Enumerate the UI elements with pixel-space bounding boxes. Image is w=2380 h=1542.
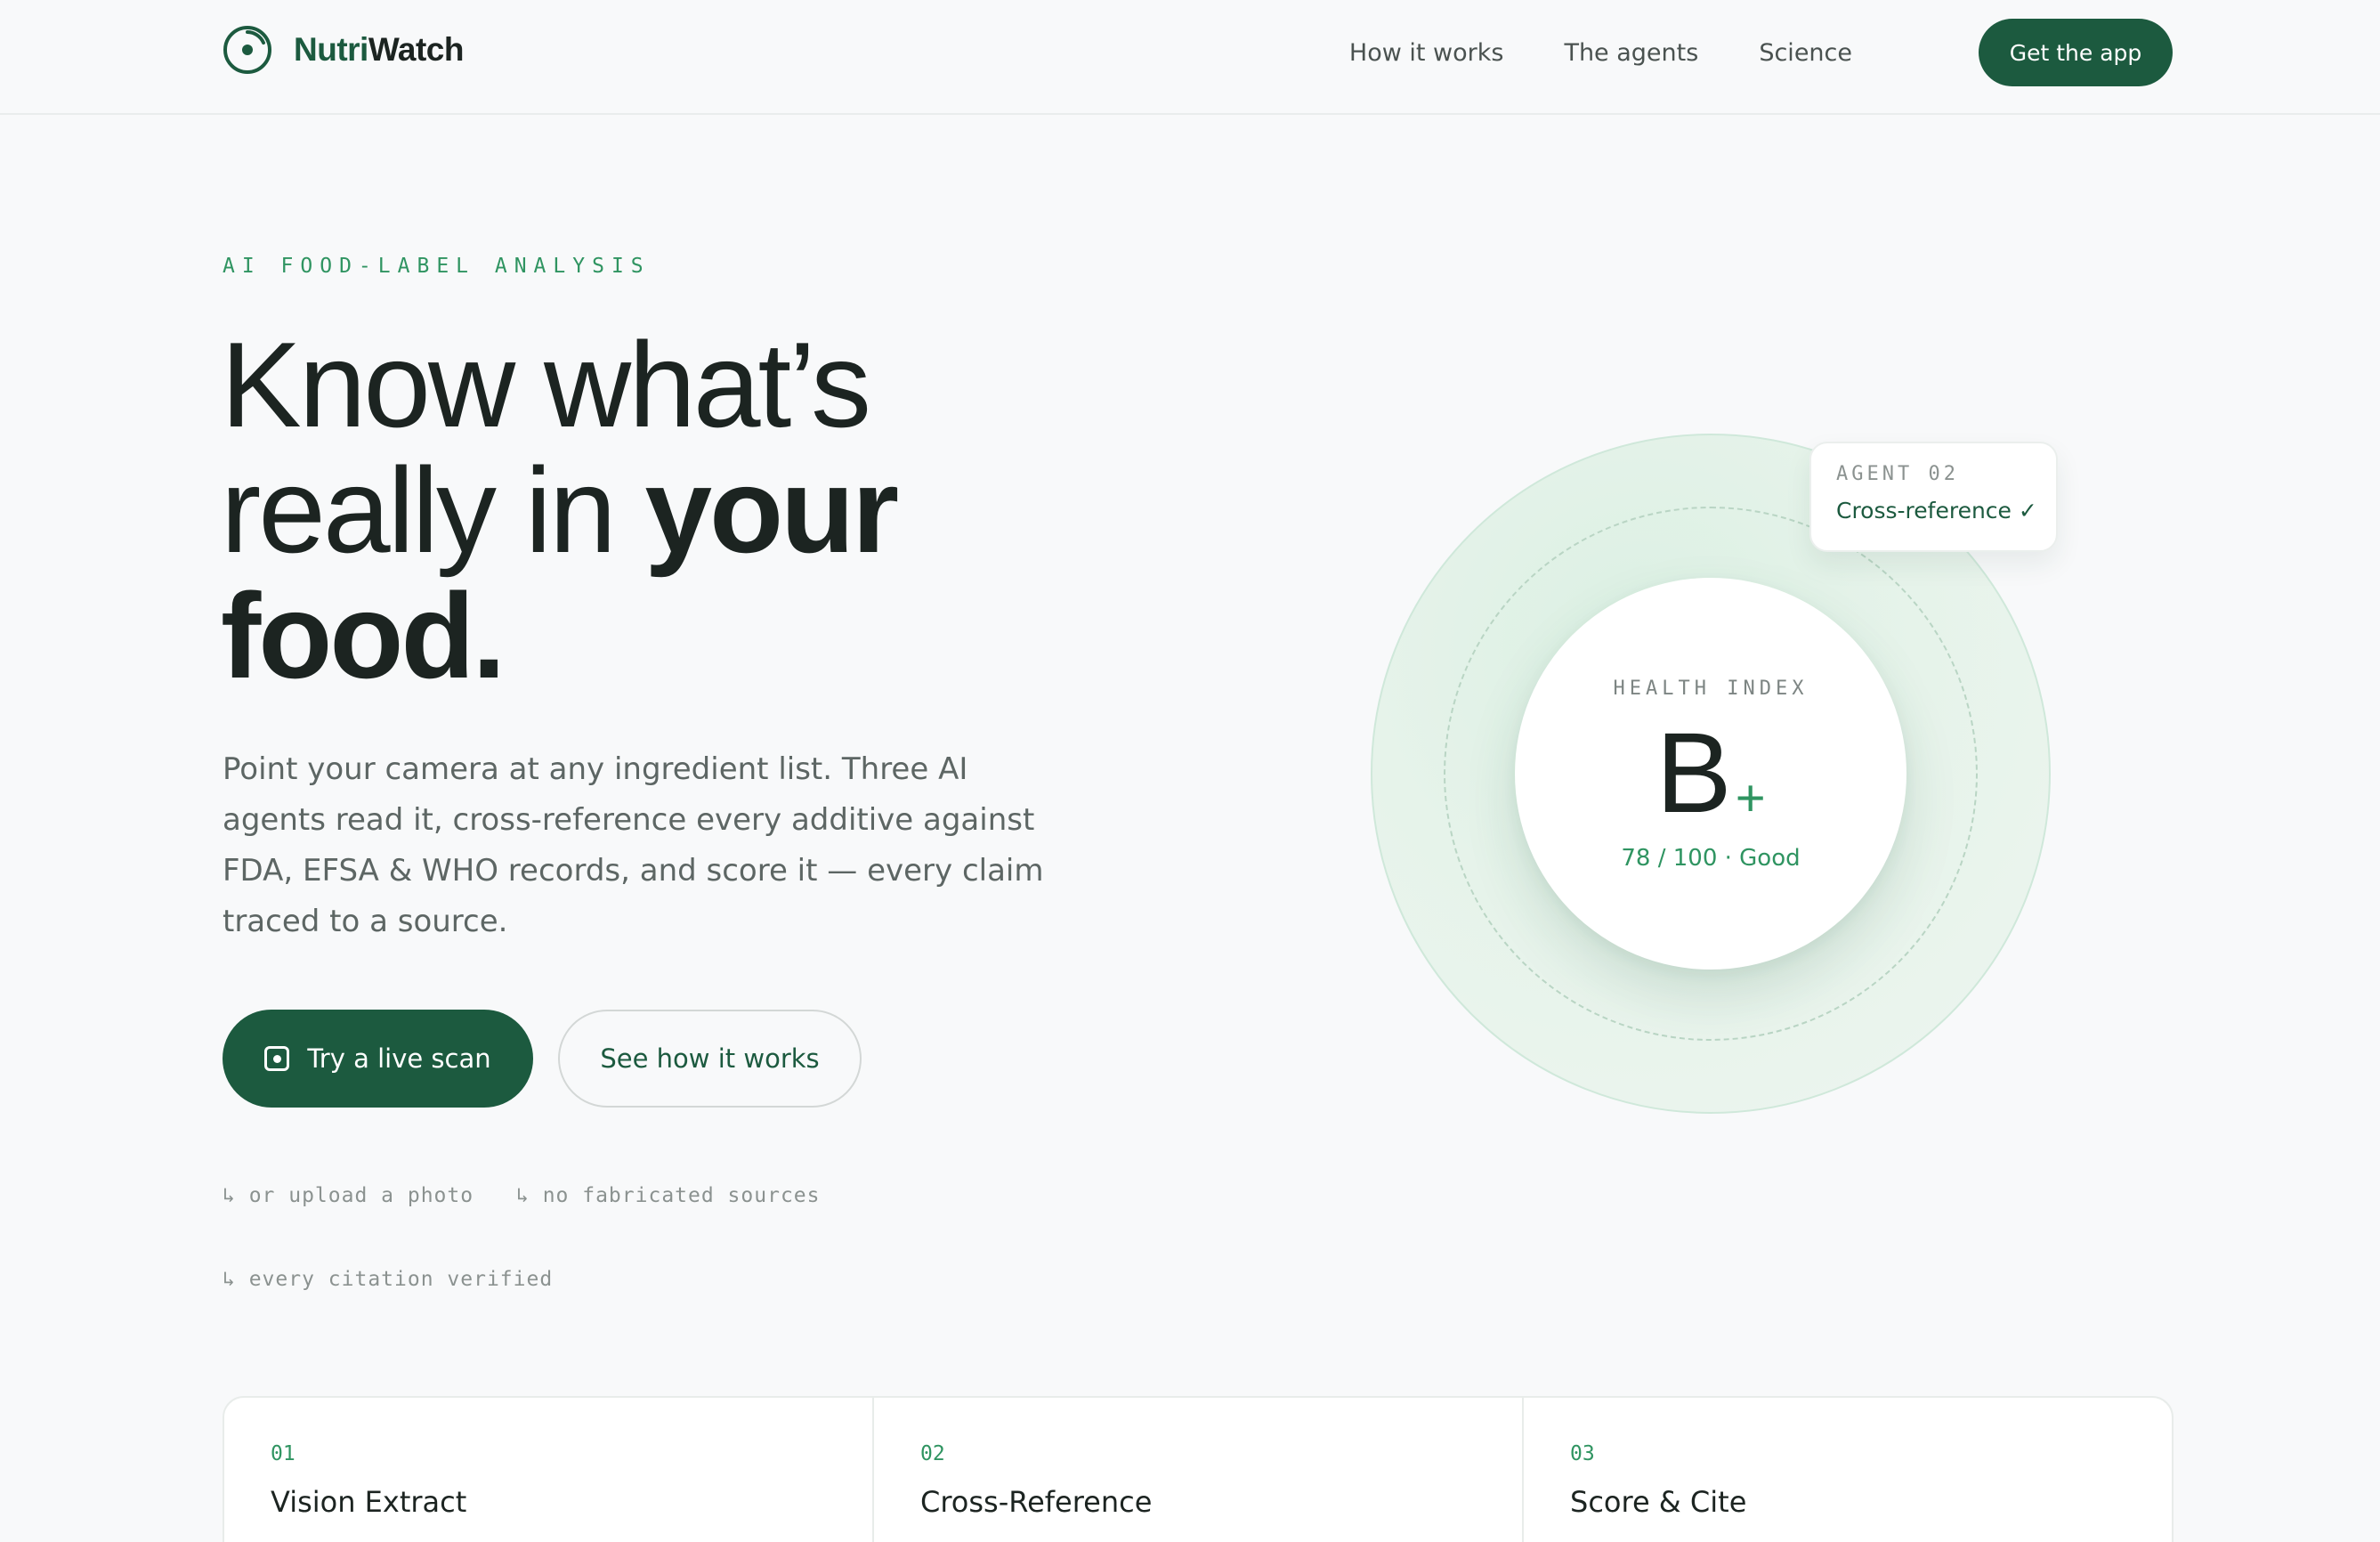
nav-link-science[interactable]: Science	[1759, 34, 1852, 73]
step-card: 02 Cross-Reference	[874, 1398, 1524, 1542]
see-how-it-works-button[interactable]: See how it works	[558, 1010, 862, 1108]
step-title: Score & Cite	[1570, 1485, 1747, 1519]
hero-headline: Know what’s really in your food.	[221, 322, 1200, 699]
brand-name-prefix: Nutri	[294, 31, 368, 68]
dial-score-disc: HEALTH INDEX B+ 78 / 100 · Good	[1515, 578, 1906, 970]
step-number: 03	[1570, 1442, 1595, 1465]
health-grade: B+	[1515, 711, 1906, 861]
agent-name: Cross-reference ✓	[1836, 498, 2037, 523]
top-navigation: NutriWatch How it works The agents Scien…	[0, 0, 2380, 115]
step-number: 01	[271, 1442, 295, 1465]
health-score-summary: 78 / 100 · Good	[1621, 845, 1801, 872]
health-grade-letter: B	[1655, 710, 1732, 837]
brand-name-suffix: Watch	[368, 31, 465, 68]
health-index-label: HEALTH INDEX	[1613, 678, 1809, 700]
camera-scan-icon	[264, 1046, 290, 1071]
step-card: 01 Vision Extract	[224, 1398, 874, 1542]
try-live-scan-label: Try a live scan	[307, 1043, 491, 1074]
hero-eyebrow: AI FOOD-LABEL ANALYSIS	[223, 255, 651, 278]
step-number: 02	[920, 1442, 945, 1465]
try-live-scan-button[interactable]: Try a live scan	[223, 1010, 533, 1108]
target-dot-icon	[223, 25, 272, 75]
headline-line-2: really in	[221, 442, 645, 578]
agent-tag: AGENT 02	[1836, 463, 1959, 485]
health-grade-modifier: +	[1735, 769, 1766, 827]
hero-description: Point your camera at any ingredient list…	[223, 751, 1044, 939]
brand-name: NutriWatch	[294, 31, 464, 69]
agent-status-card: AGENT 02 Cross-reference ✓	[1809, 442, 2058, 552]
note-no-fabricated-sources: ↳ no fabricated sources	[516, 1184, 821, 1207]
nav-link-how-it-works[interactable]: How it works	[1349, 34, 1504, 73]
headline-line-1: Know what’s	[221, 317, 871, 452]
step-title: Cross-Reference	[920, 1485, 1153, 1519]
get-the-app-button[interactable]: Get the app	[1979, 19, 2173, 86]
step-title: Vision Extract	[271, 1485, 467, 1519]
headline-emphasis-your: your	[644, 442, 899, 578]
note-citation-verified: ↳ every citation verified	[223, 1268, 554, 1291]
step-card: 03 Score & Cite	[1524, 1398, 2172, 1542]
note-upload-photo: ↳ or upload a photo	[223, 1184, 474, 1207]
pipeline-steps: 01 Vision Extract 02 Cross-Reference 03 …	[223, 1396, 2174, 1542]
headline-emphasis-food: food.	[221, 568, 506, 703]
nav-links: How it works The agents Science	[1349, 34, 1852, 73]
brand-logo[interactable]: NutriWatch	[223, 25, 464, 75]
nav-link-the-agents[interactable]: The agents	[1564, 34, 1698, 73]
